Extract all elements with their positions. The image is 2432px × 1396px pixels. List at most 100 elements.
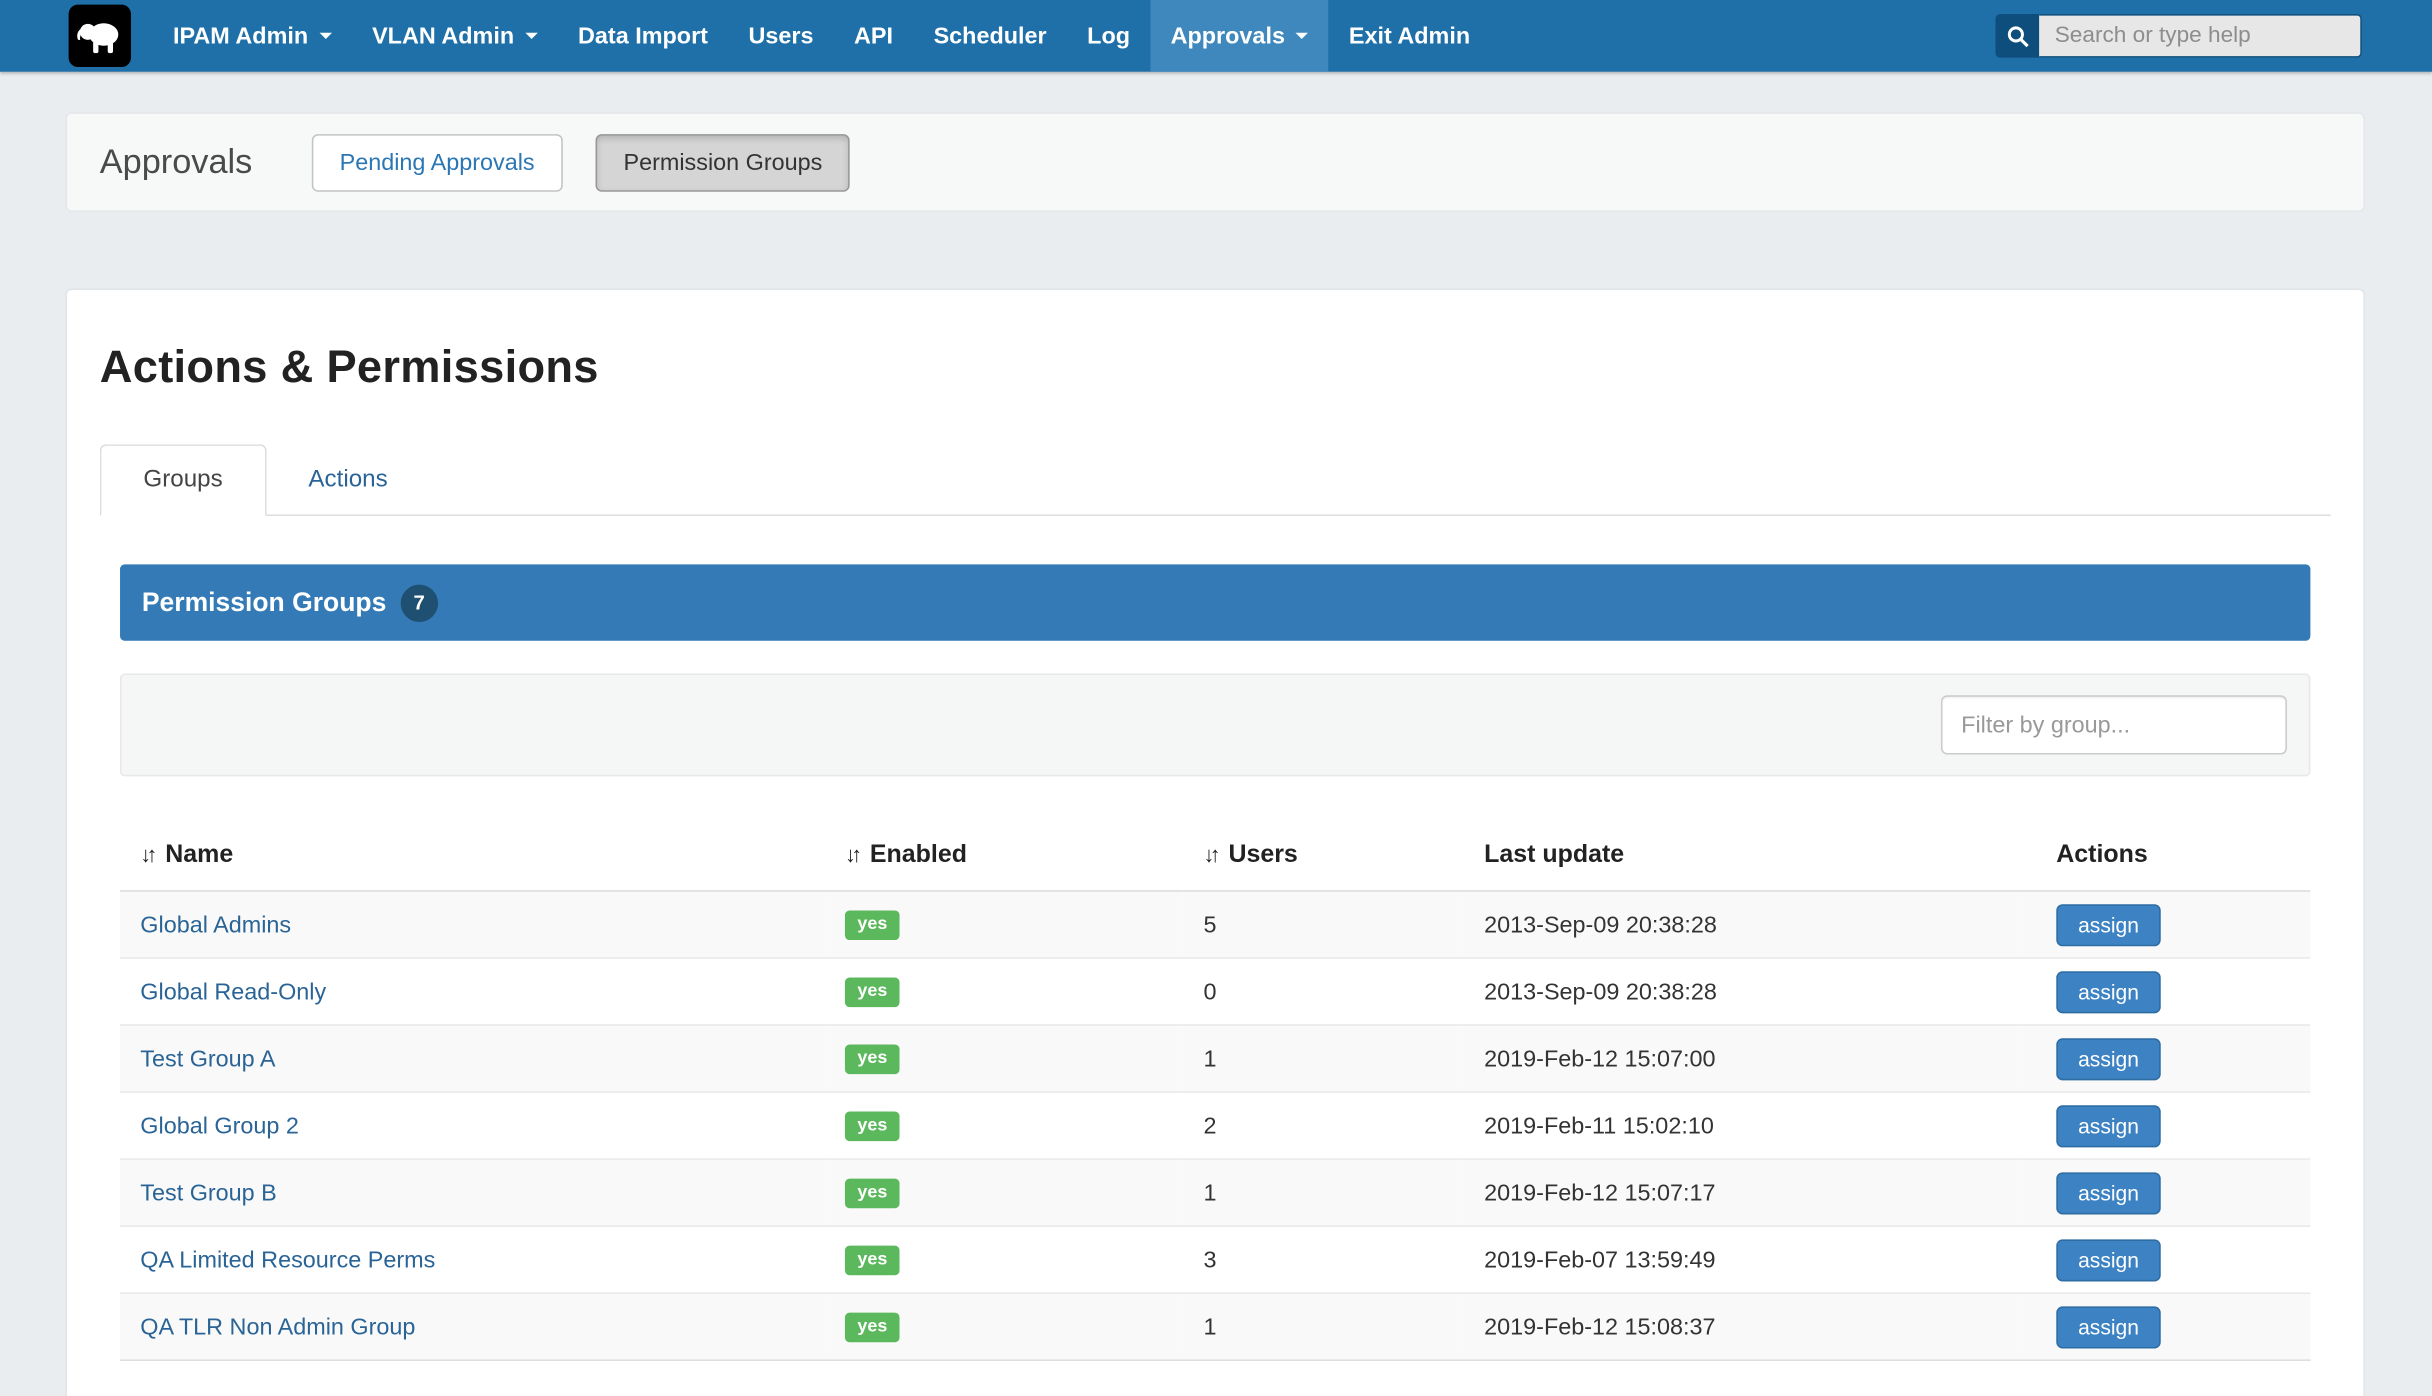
table-row: Global Read-Only yes 0 2013-Sep-09 20:38…: [120, 958, 2310, 1025]
filter-input[interactable]: [1941, 695, 2287, 754]
table-row: Global Admins yes 5 2013-Sep-09 20:38:28…: [120, 891, 2310, 958]
table-row: QA Limited Resource Perms yes 3 2019-Feb…: [120, 1226, 2310, 1293]
nav-menu: IPAM Admin VLAN Admin Data Import Users …: [153, 0, 1491, 72]
assign-button[interactable]: assign: [2056, 1306, 2160, 1348]
nav-label: Log: [1087, 23, 1130, 50]
group-count-badge: 7: [400, 584, 437, 621]
search-icon[interactable]: [1995, 14, 2039, 58]
sort-icon[interactable]: ↓↑: [845, 842, 857, 867]
nav-item-users[interactable]: Users: [728, 0, 834, 72]
permission-groups-button[interactable]: Permission Groups: [595, 133, 850, 191]
table-header-users[interactable]: ↓↑ Users: [1183, 823, 1464, 891]
group-name-link[interactable]: Global Admins: [140, 911, 291, 938]
nav-label: Data Import: [578, 23, 708, 50]
assign-button[interactable]: assign: [2056, 903, 2160, 945]
page-header: Approvals Pending Approvals Permission G…: [65, 112, 2364, 212]
page-title: Approvals: [100, 142, 253, 183]
last-update: 2019-Feb-12 15:08:37: [1464, 1293, 2019, 1360]
top-navbar: IPAM Admin VLAN Admin Data Import Users …: [0, 0, 2432, 72]
phpipam-logo[interactable]: [69, 5, 131, 67]
last-update: 2019-Feb-12 15:07:17: [1464, 1159, 2019, 1226]
table-row: Test Group A yes 1 2019-Feb-12 15:07:00 …: [120, 1025, 2310, 1092]
nav-item-scheduler[interactable]: Scheduler: [913, 0, 1067, 72]
table-row: Global Group 2 yes 2 2019-Feb-11 15:02:1…: [120, 1092, 2310, 1159]
caret-down-icon: [525, 33, 537, 39]
page: IPAM Admin VLAN Admin Data Import Users …: [0, 0, 2432, 1396]
nav-label: IPAM Admin: [173, 23, 308, 50]
nav-label: Users: [749, 23, 814, 50]
mammoth-icon: [73, 9, 126, 62]
enabled-badge: yes: [845, 1178, 900, 1208]
last-update: 2019-Feb-07 13:59:49: [1464, 1226, 2019, 1293]
group-name-link[interactable]: Test Group A: [140, 1045, 275, 1072]
last-update: 2019-Feb-11 15:02:10: [1464, 1092, 2019, 1159]
caret-down-icon: [1296, 33, 1308, 39]
assign-button[interactable]: assign: [2056, 1105, 2160, 1147]
nav-label: API: [854, 23, 893, 50]
users-count: 1: [1183, 1293, 1464, 1360]
last-update: 2019-Feb-12 15:07:00: [1464, 1025, 2019, 1092]
permission-groups-table: ↓↑ Name ↓↑ Enabled ↓↑ Users Last update Act…: [120, 823, 2310, 1361]
column-label: Enabled: [870, 842, 967, 869]
enabled-badge: yes: [845, 977, 900, 1007]
assign-button[interactable]: assign: [2056, 1172, 2160, 1214]
tab-groups[interactable]: Groups: [100, 444, 267, 516]
search-input[interactable]: [2039, 14, 2362, 58]
nav-item-api[interactable]: API: [834, 0, 914, 72]
column-label: Actions: [2056, 842, 2147, 869]
pending-approvals-button[interactable]: Pending Approvals: [312, 133, 563, 191]
permission-groups-heading: Permission Groups 7: [120, 564, 2310, 640]
users-count: 2: [1183, 1092, 1464, 1159]
navbar-search: [1995, 14, 2361, 58]
users-count: 5: [1183, 891, 1464, 958]
panel-heading-title: Permission Groups: [142, 587, 386, 618]
nav-label: Approvals: [1171, 23, 1285, 50]
last-update: 2013-Sep-09 20:38:28: [1464, 891, 2019, 958]
caret-down-icon: [319, 33, 331, 39]
group-name-link[interactable]: QA Limited Resource Perms: [140, 1246, 435, 1273]
table-toolbar: [120, 673, 2310, 776]
nav-item-log[interactable]: Log: [1067, 0, 1150, 72]
last-update: 2013-Sep-09 20:38:28: [1464, 958, 2019, 1025]
table-header-enabled[interactable]: ↓↑ Enabled: [825, 823, 1184, 891]
table-header-actions: Actions: [2019, 823, 2311, 891]
table-header-row: ↓↑ Name ↓↑ Enabled ↓↑ Users Last update Act…: [120, 823, 2310, 891]
table-header-last-update: Last update: [1464, 823, 2019, 891]
sort-icon[interactable]: ↓↑: [1204, 842, 1216, 867]
enabled-badge: yes: [845, 1111, 900, 1141]
nav-item-approvals[interactable]: Approvals: [1150, 0, 1328, 72]
tab-actions[interactable]: Actions: [266, 446, 429, 515]
nav-item-data-import[interactable]: Data Import: [558, 0, 728, 72]
group-name-link[interactable]: QA TLR Non Admin Group: [140, 1313, 415, 1340]
assign-button[interactable]: assign: [2056, 1239, 2160, 1281]
nav-label: VLAN Admin: [372, 23, 514, 50]
groups-tab-content: Permission Groups 7 ↓↑ Name ↓↑ Enabled ↓↑ U…: [100, 564, 2331, 1361]
nav-item-vlan-admin[interactable]: VLAN Admin: [352, 0, 558, 72]
table-row: Test Group B yes 1 2019-Feb-12 15:07:17 …: [120, 1159, 2310, 1226]
table-row: QA TLR Non Admin Group yes 1 2019-Feb-12…: [120, 1293, 2310, 1360]
assign-button[interactable]: assign: [2056, 970, 2160, 1012]
group-name-link[interactable]: Global Read-Only: [140, 978, 326, 1005]
group-name-link[interactable]: Global Group 2: [140, 1112, 299, 1139]
table-header-name[interactable]: ↓↑ Name: [120, 823, 825, 891]
users-count: 1: [1183, 1025, 1464, 1092]
column-label: Name: [165, 842, 233, 869]
enabled-badge: yes: [845, 1245, 900, 1275]
enabled-badge: yes: [845, 1312, 900, 1342]
group-name-link[interactable]: Test Group B: [140, 1179, 276, 1206]
sort-icon[interactable]: ↓↑: [140, 842, 152, 867]
assign-button[interactable]: assign: [2056, 1037, 2160, 1079]
column-label: Last update: [1484, 842, 1624, 869]
enabled-badge: yes: [845, 910, 900, 940]
users-count: 1: [1183, 1159, 1464, 1226]
nav-item-exit-admin[interactable]: Exit Admin: [1329, 0, 1491, 72]
nav-label: Scheduler: [934, 23, 1047, 50]
users-count: 0: [1183, 958, 1464, 1025]
users-count: 3: [1183, 1226, 1464, 1293]
content-panel: Actions & Permissions Groups Actions Per…: [65, 288, 2364, 1396]
nav-label: Exit Admin: [1349, 23, 1470, 50]
tab-bar: Groups Actions: [100, 444, 2331, 516]
nav-item-ipam-admin[interactable]: IPAM Admin: [153, 0, 352, 72]
column-label: Users: [1228, 842, 1297, 869]
enabled-badge: yes: [845, 1044, 900, 1074]
